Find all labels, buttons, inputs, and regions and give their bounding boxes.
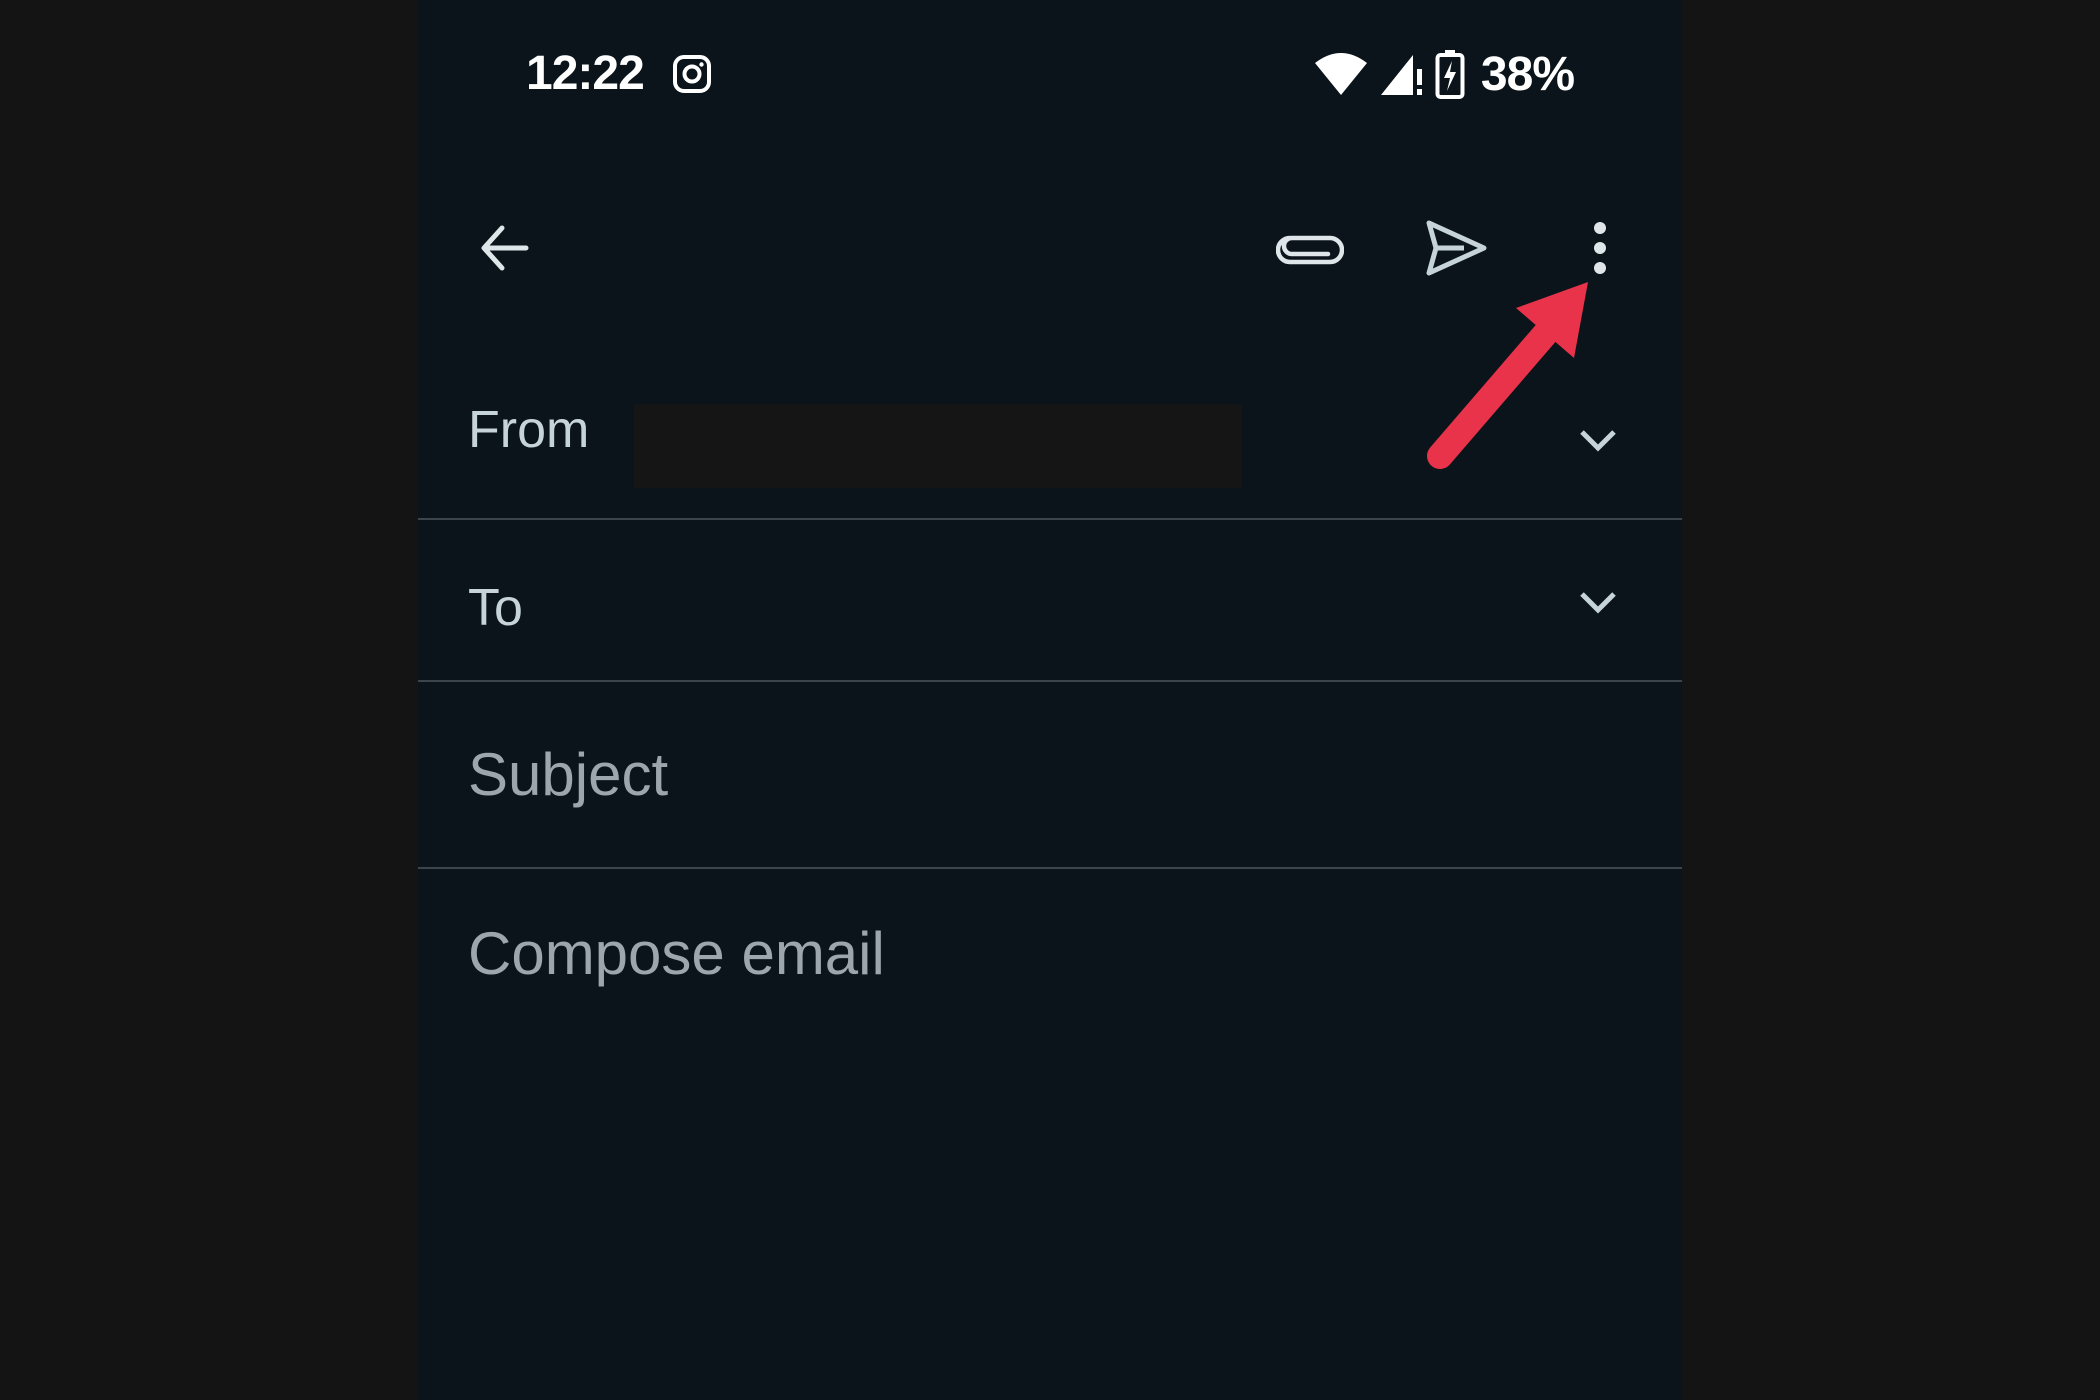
from-value-redacted — [634, 404, 1242, 488]
system-icons: 38% — [1313, 47, 1575, 101]
cell-signal-icon — [1380, 55, 1422, 95]
subject-placeholder: Subject — [468, 741, 669, 808]
to-label: To — [468, 579, 523, 637]
from-dropdown-toggle[interactable] — [1568, 422, 1628, 462]
to-dropdown-toggle[interactable] — [1568, 584, 1628, 624]
phone-screen: 12:22 38% From To Subject Compose email — [418, 0, 1682, 1400]
body-placeholder: Compose email — [468, 920, 885, 987]
send-icon — [1426, 220, 1487, 276]
status-time: 12:22 — [526, 47, 645, 100]
from-label: From — [468, 401, 590, 459]
arrow-back-icon — [481, 225, 529, 271]
paperclip-icon — [1276, 235, 1344, 265]
battery-charging-icon — [1435, 50, 1465, 99]
body-field[interactable]: Compose email — [418, 869, 1682, 1400]
subject-field[interactable]: Subject — [418, 682, 1682, 869]
more-vert-icon — [1594, 222, 1606, 274]
wifi-icon — [1314, 53, 1367, 95]
battery-percent: 38% — [1480, 47, 1575, 101]
attach-button[interactable] — [1270, 208, 1350, 288]
chevron-down-icon — [1580, 430, 1616, 452]
chevron-down-icon — [1580, 592, 1616, 614]
instagram-icon — [673, 55, 711, 93]
more-options-button[interactable] — [1560, 208, 1640, 288]
send-button[interactable] — [1416, 208, 1496, 288]
to-field[interactable]: To — [418, 520, 1682, 682]
status-bar: 12:22 38% — [418, 0, 1682, 150]
back-button[interactable] — [464, 208, 544, 288]
